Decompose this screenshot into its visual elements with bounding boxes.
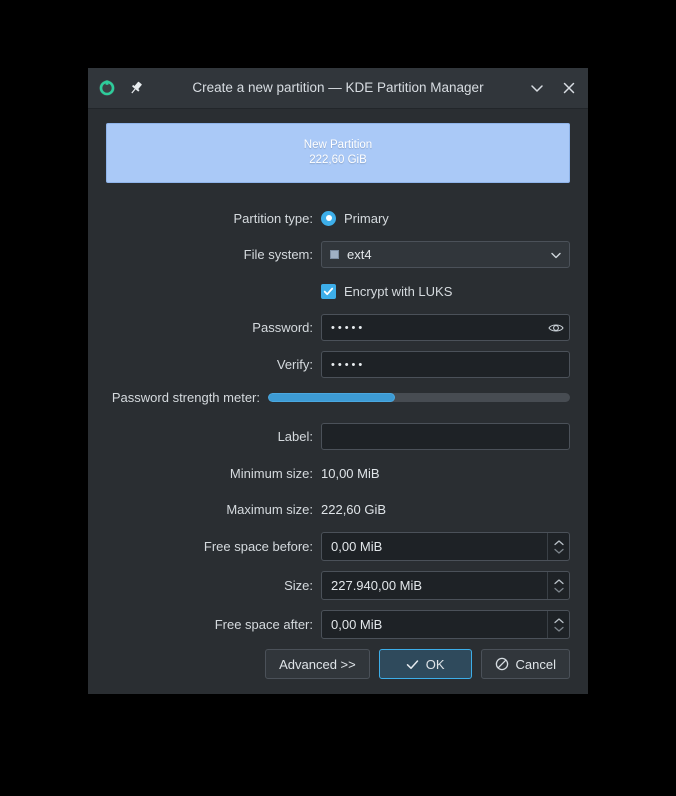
eye-icon[interactable] [547, 319, 565, 337]
titlebar: Create a new partition — KDE Partition M… [88, 68, 588, 109]
check-icon [406, 658, 419, 671]
size-spinbox[interactable]: 227.940,00 MiB [321, 571, 570, 600]
password-label: Password: [252, 320, 313, 335]
kde-partition-manager-icon [98, 79, 116, 97]
encrypt-luks-label: Encrypt with LUKS [344, 283, 453, 299]
cancel-button[interactable]: Cancel [480, 649, 570, 679]
ok-button[interactable]: OK [378, 649, 472, 679]
row-password: Password: ••••• [106, 314, 570, 341]
password-strength-label: Password strength meter: [111, 390, 260, 405]
chevron-up-icon [553, 578, 564, 584]
maximum-size-field: 222,60 GiB [321, 502, 570, 517]
titlebar-window-controls [528, 79, 578, 97]
partition-type-label: Partition type: [233, 210, 314, 226]
partition-preview-size: 222,60 GiB [309, 154, 367, 166]
free-space-after-field: 0,00 MiB [321, 610, 570, 639]
advanced-button[interactable]: Advanced >> [265, 649, 370, 679]
encrypt-field: Encrypt with LUKS [321, 283, 570, 299]
create-partition-dialog: Create a new partition — KDE Partition M… [88, 68, 588, 694]
minimum-size-value: 10,00 MiB [321, 465, 380, 481]
verify-value: ••••• [331, 358, 366, 371]
window-title: Create a new partition — KDE Partition M… [192, 80, 484, 95]
chevron-down-icon [553, 626, 564, 632]
free-space-before-stepper[interactable] [547, 533, 569, 560]
pin-icon[interactable] [128, 80, 144, 96]
cancel-button-label: Cancel [515, 656, 556, 672]
row-password-strength: Password strength meter: [106, 390, 570, 405]
password-strength-meter [268, 393, 570, 402]
dialog-body: New Partition 222,60 GiB Partition type:… [88, 109, 588, 694]
row-encrypt-luks: Encrypt with LUKS [106, 278, 570, 304]
advanced-button-label: Advanced >> [279, 656, 356, 672]
size-stepper[interactable] [547, 572, 569, 599]
chevron-down-icon [553, 548, 564, 554]
minimum-size-field: 10,00 MiB [321, 466, 570, 481]
verify-input[interactable]: ••••• [321, 351, 570, 378]
minimum-size-label: Minimum size: [229, 465, 313, 481]
password-input[interactable]: ••••• [321, 314, 570, 341]
chevron-down-icon [553, 587, 564, 593]
row-maximum-size: Maximum size: 222,60 GiB [106, 496, 570, 522]
size-field: 227.940,00 MiB [321, 571, 570, 600]
free-space-after-value: 0,00 MiB [331, 617, 383, 632]
titlebar-left-icons [98, 79, 144, 97]
verify-field: ••••• [321, 351, 570, 378]
row-partition-type: Partition type: Primary [106, 205, 570, 231]
chevron-down-icon [549, 248, 563, 262]
chevron-up-icon [553, 617, 564, 623]
free-space-before-field: 0,00 MiB [321, 532, 570, 561]
screen: Create a new partition — KDE Partition M… [0, 0, 676, 796]
ban-icon [495, 657, 509, 671]
file-system-field: ext4 [321, 241, 570, 268]
partition-type-field: Primary [321, 210, 570, 226]
free-space-after-label: Free space after: [214, 617, 313, 632]
row-label-field: Label: [106, 423, 570, 450]
free-space-after-stepper[interactable] [547, 611, 569, 638]
label-input[interactable] [321, 423, 570, 450]
row-free-space-after: Free space after: 0,00 MiB [106, 610, 570, 639]
partition-preview-name: New Partition [303, 139, 373, 151]
size-value: 227.940,00 MiB [331, 578, 423, 593]
chevron-down-icon[interactable] [528, 79, 546, 97]
password-value: ••••• [331, 321, 366, 334]
encrypt-luks-checkbox[interactable] [321, 283, 336, 299]
dialog-footer: Advanced >> OK Cancel [106, 649, 570, 694]
size-label: Size: [284, 578, 313, 593]
password-field: ••••• [321, 314, 570, 341]
file-system-color-swatch-icon [330, 250, 339, 259]
free-space-before-value: 0,00 MiB [331, 539, 383, 554]
label-field-wrap [321, 423, 570, 450]
chevron-up-icon [553, 539, 564, 545]
close-icon[interactable] [560, 79, 578, 97]
row-file-system: File system: ext4 [106, 241, 570, 268]
free-space-after-spinbox[interactable]: 0,00 MiB [321, 610, 570, 639]
free-space-before-label: Free space before: [203, 539, 313, 554]
file-system-value: ext4 [347, 247, 372, 262]
file-system-combobox[interactable]: ext4 [321, 241, 570, 268]
label-field-label: Label: [277, 429, 313, 444]
maximum-size-value: 222,60 GiB [321, 501, 387, 517]
file-system-label: File system: [243, 247, 313, 262]
radio-primary[interactable] [321, 210, 336, 226]
row-minimum-size: Minimum size: 10,00 MiB [106, 460, 570, 486]
radio-primary-label: Primary [344, 210, 389, 226]
row-verify: Verify: ••••• [106, 351, 570, 378]
row-size: Size: 227.940,00 MiB [106, 571, 570, 600]
verify-label: Verify: [276, 357, 313, 372]
ok-button-label: OK [425, 656, 445, 672]
partition-preview: New Partition 222,60 GiB [106, 123, 570, 183]
free-space-before-spinbox[interactable]: 0,00 MiB [321, 532, 570, 561]
row-free-space-before: Free space before: 0,00 MiB [106, 532, 570, 561]
password-strength-fill [268, 393, 395, 402]
maximum-size-label: Maximum size: [226, 501, 313, 517]
